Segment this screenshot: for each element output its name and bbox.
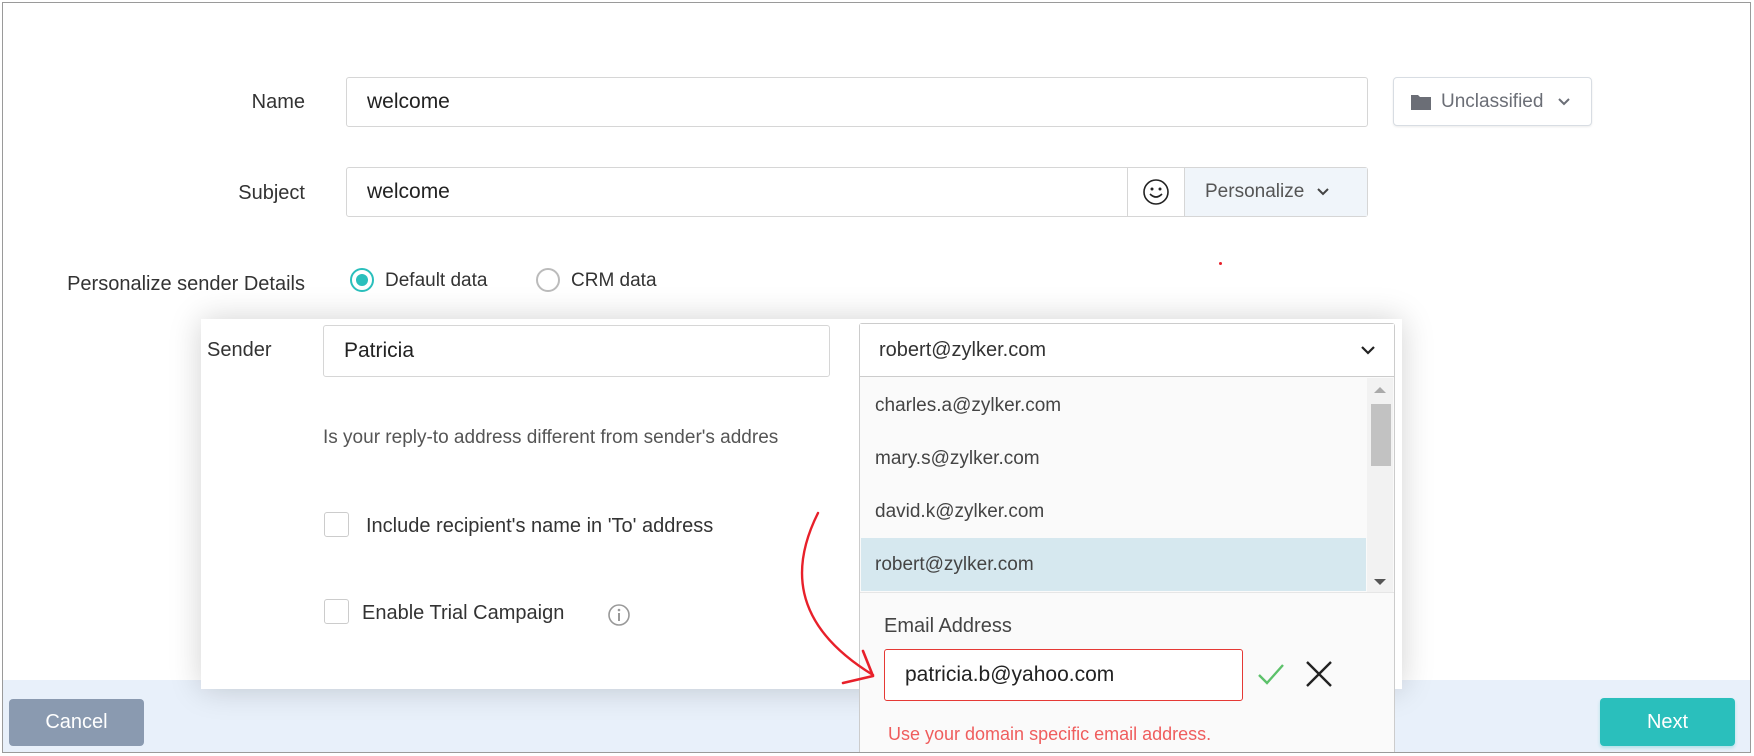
include-name-label: Include recipient's name in 'To' address [366, 515, 714, 537]
trial-campaign-label: Enable Trial Campaign [362, 602, 565, 624]
sender-label: Sender [207, 339, 272, 361]
radio-button-selected[interactable] [350, 268, 374, 292]
divider [860, 592, 1394, 593]
category-label: Unclassified [1441, 90, 1544, 112]
annotation-dot [1219, 262, 1222, 265]
trial-campaign-checkbox[interactable] [324, 599, 349, 624]
next-button[interactable]: Next [1600, 698, 1735, 746]
cancel-button[interactable]: Cancel [9, 699, 144, 746]
chevron-down-icon [1361, 346, 1375, 355]
name-input[interactable]: welcome [346, 77, 1368, 127]
personalize-dropdown[interactable]: Personalize [1184, 168, 1367, 216]
email-option[interactable]: david.k@zylker.com [861, 485, 1366, 538]
reply-to-question: Is your reply-to address different from … [323, 427, 779, 448]
emoji-button[interactable] [1127, 168, 1184, 216]
close-icon[interactable] [1304, 659, 1334, 689]
radio-default-data[interactable]: Default data [350, 268, 510, 298]
radio-label: CRM data [571, 270, 657, 291]
subject-label: Subject [238, 182, 305, 204]
scrollbar-thumb[interactable] [1371, 404, 1391, 466]
email-address-label: Email Address [884, 615, 1012, 637]
personalize-label: Personalize [1205, 181, 1305, 202]
email-option-highlighted[interactable]: robert@zylker.com [861, 538, 1366, 591]
scroll-up-icon[interactable] [1373, 386, 1387, 394]
category-dropdown[interactable]: Unclassified [1393, 77, 1592, 126]
radio-crm-data[interactable]: CRM data [536, 268, 676, 298]
email-option[interactable]: mary.s@zylker.com [861, 432, 1366, 485]
subject-input[interactable]: welcome [347, 168, 1127, 216]
email-option[interactable]: charles.a@zylker.com [861, 379, 1366, 432]
new-email-input[interactable]: patricia.b@yahoo.com [884, 649, 1243, 701]
campaign-setup-window: Name welcome Unclassified Subject welcom… [2, 2, 1751, 753]
radio-button[interactable] [536, 268, 560, 292]
info-icon[interactable] [607, 603, 631, 627]
email-error-message: Use your domain specific email address. [888, 724, 1212, 744]
selected-email-label: robert@zylker.com [879, 338, 1047, 361]
include-name-checkbox[interactable] [324, 512, 349, 537]
scroll-down-icon[interactable] [1373, 578, 1387, 586]
sender-email-dropdown[interactable]: robert@zylker.com charles.a@zylker.com m… [859, 323, 1395, 752]
radio-label: Default data [385, 270, 488, 291]
scrollbar[interactable] [1367, 378, 1393, 593]
smiley-icon [1143, 179, 1169, 205]
folder-icon [1411, 94, 1431, 110]
sender-name-input[interactable]: Patricia [323, 325, 830, 377]
selected-email[interactable]: robert@zylker.com [860, 324, 1394, 377]
subject-field: welcome Personalize [346, 167, 1368, 217]
sender-details-label: Personalize sender Details [67, 273, 305, 295]
check-icon[interactable] [1256, 661, 1286, 687]
chevron-down-icon [1317, 188, 1329, 196]
chevron-down-icon [1558, 97, 1571, 105]
name-label: Name [251, 91, 305, 113]
